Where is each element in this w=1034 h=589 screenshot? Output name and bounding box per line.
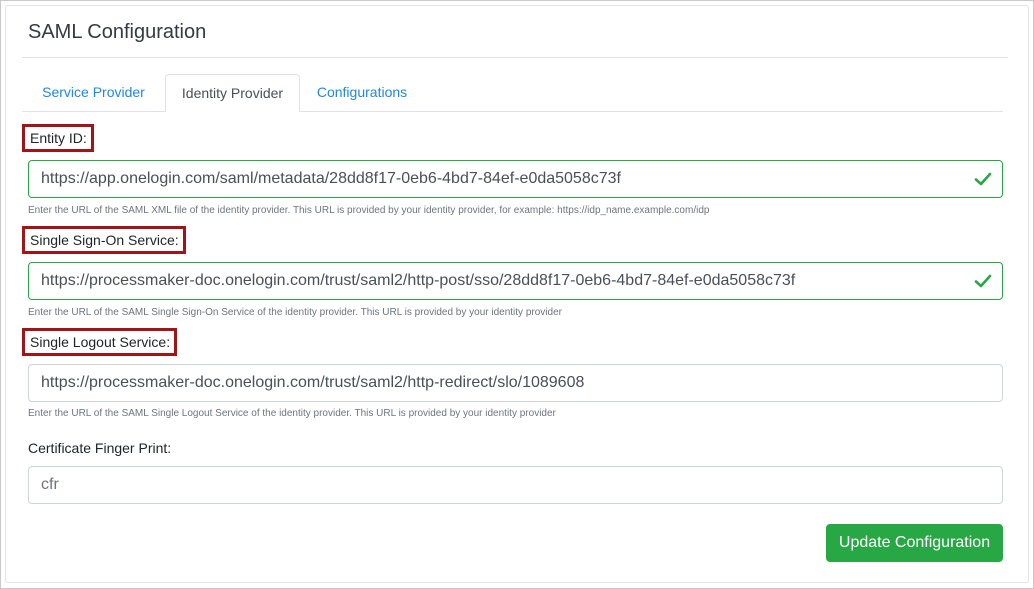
slo-value: https://processmaker-doc.onelogin.com/tr… [41,374,585,391]
entity-id-field[interactable]: https://app.onelogin.com/saml/metadata/2… [28,160,1003,198]
sso-help: Enter the URL of the SAML Single Sign-On… [28,307,562,318]
cert-label: Certificate Finger Print: [28,440,172,456]
entity-id-value: https://app.onelogin.com/saml/metadata/2… [41,170,621,187]
cert-placeholder: cfr [41,476,59,493]
slo-label: Single Logout Service: [22,328,178,356]
slo-field[interactable]: https://processmaker-doc.onelogin.com/tr… [28,364,1003,402]
entity-id-label: Entity ID: [22,124,94,152]
sso-value: https://processmaker-doc.onelogin.com/tr… [41,272,796,289]
entity-id-help: Enter the URL of the SAML XML file of th… [28,205,710,216]
title-divider [22,57,1008,58]
tab-identity-provider[interactable]: Identity Provider [165,74,300,112]
tab-bar: Service Provider Identity Provider Confi… [22,74,1003,112]
tab-configurations[interactable]: Configurations [302,74,422,111]
valid-check-icon [974,172,992,186]
tab-service-provider[interactable]: Service Provider [22,74,165,111]
sso-field[interactable]: https://processmaker-doc.onelogin.com/tr… [28,262,1003,300]
cert-field[interactable]: cfr [28,466,1003,504]
valid-check-icon [974,274,992,288]
sso-label: Single Sign-On Service: [22,226,186,254]
page-title: SAML Configuration [28,21,207,43]
slo-help: Enter the URL of the SAML Single Logout … [28,408,556,419]
update-configuration-button[interactable]: Update Configuration [826,524,1003,562]
